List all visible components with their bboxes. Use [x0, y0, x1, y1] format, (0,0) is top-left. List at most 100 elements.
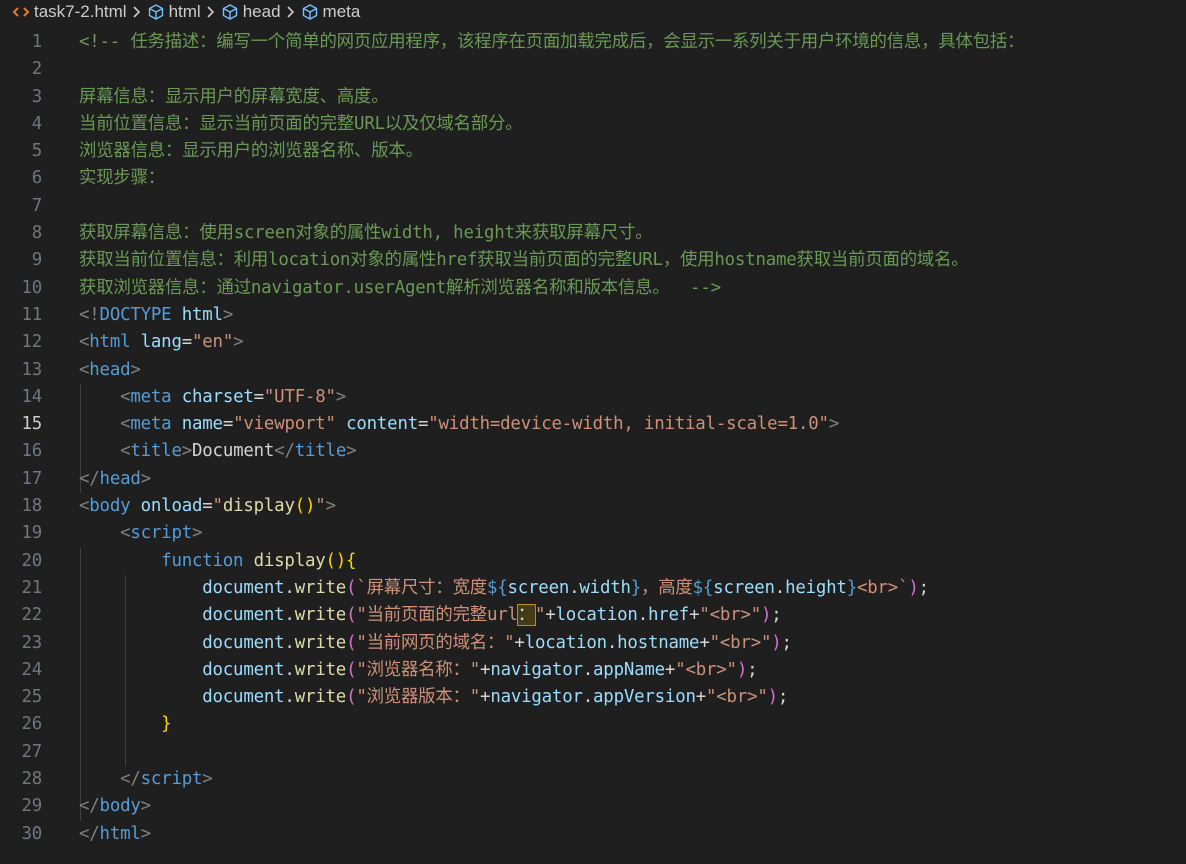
code-line[interactable]: 2: [0, 56, 1186, 83]
html-file-icon: [12, 5, 30, 19]
code-line[interactable]: 7: [0, 193, 1186, 220]
code-text: 当前位置信息：显示当前页面的完整URL以及仅域名部分。: [79, 111, 523, 138]
code-token: >: [325, 496, 336, 517]
code-line[interactable]: 26 }: [0, 711, 1186, 738]
code-line[interactable]: 29 </body>: [0, 793, 1186, 820]
code-line[interactable]: 15 <meta name="viewport" content="width=…: [0, 411, 1186, 438]
code-line[interactable]: 25 document.write("浏览器版本："+navigator.app…: [0, 684, 1186, 711]
code-token: +: [695, 687, 707, 708]
code-token: document: [202, 632, 285, 653]
code-token: document: [202, 577, 285, 598]
code-token: ): [771, 632, 782, 653]
line-number: 26: [21, 714, 42, 735]
code-token: >: [140, 468, 151, 489]
code-line[interactable]: 6 实现步骤：: [0, 165, 1186, 192]
code-line[interactable]: 4 当前位置信息：显示当前页面的完整URL以及仅域名部分。: [0, 111, 1186, 138]
code-token: "en": [192, 332, 234, 353]
element-cube-icon: [221, 3, 239, 21]
code-text: <head>: [79, 357, 141, 384]
code-token: .: [284, 659, 295, 680]
code-line[interactable]: 30 </html>: [0, 821, 1186, 848]
code-token: +: [699, 632, 710, 653]
breadcrumb-file[interactable]: task7-2.html: [12, 2, 127, 22]
code-text: 浏览器信息：显示用户的浏览器名称、版本。: [79, 138, 423, 165]
code-token: display: [253, 550, 326, 571]
code-token: >: [346, 441, 357, 462]
code-line[interactable]: 24 document.write("浏览器名称："+navigator.app…: [0, 657, 1186, 684]
code-line[interactable]: 17 </head>: [0, 466, 1186, 493]
code-token: lang: [140, 332, 182, 353]
code-token: appName: [593, 659, 665, 680]
code-text: document.write("当前页面的完整url："+location.hr…: [79, 602, 782, 629]
code-line[interactable]: 5 浏览器信息：显示用户的浏览器名称、版本。: [0, 138, 1186, 165]
code-token: <: [120, 441, 131, 462]
code-token: write: [294, 632, 347, 653]
code-line[interactable]: 23 document.write("当前网页的域名："+location.ho…: [0, 630, 1186, 657]
code-token: .: [582, 687, 594, 708]
code-token: "<br>": [709, 632, 772, 653]
code-token: width: [579, 577, 631, 598]
code-line[interactable]: 21 document.write(`屏幕尺寸：宽度${screen.width…: [0, 575, 1186, 602]
code-token: 浏览器信息：显示用户的浏览器名称、版本。: [79, 141, 423, 162]
code-editor[interactable]: 1 <!-- 任务描述：编写一个简单的网页应用程序，该程序在页面加载完成后，会显示…: [0, 29, 1186, 848]
code-line[interactable]: 22 document.write("当前页面的完整url："+location…: [0, 602, 1186, 629]
code-line[interactable]: 12 <html lang="en">: [0, 329, 1186, 356]
code-token: "viewport": [233, 414, 347, 435]
code-line[interactable]: 3 屏幕信息：显示用户的屏幕宽度、高度。: [0, 84, 1186, 111]
code-token: "UTF-8": [263, 386, 336, 407]
code-token: document: [202, 659, 285, 680]
code-token: location: [555, 605, 638, 626]
code-token: document: [202, 605, 285, 626]
breadcrumb-item-meta[interactable]: meta: [301, 2, 360, 22]
code-text: 获取屏幕信息：使用screen对象的属性width, height来获取屏幕尺寸…: [79, 220, 653, 247]
breadcrumb-item-head[interactable]: head: [221, 2, 281, 22]
code-text: <meta name="viewport" content="width=dev…: [79, 411, 839, 438]
code-token: hostname: [617, 632, 700, 653]
code-token: +: [545, 605, 556, 626]
code-token: content: [346, 414, 418, 435]
code-token: display: [222, 496, 295, 517]
code-line[interactable]: 19 <script>: [0, 520, 1186, 547]
code-line[interactable]: 9 获取当前位置信息：利用location对象的属性href获取当前页面的完整UR…: [0, 247, 1186, 274]
code-line[interactable]: 16 <title>Document</title>: [0, 438, 1186, 465]
code-text: </head>: [79, 466, 151, 493]
code-token: <: [120, 386, 131, 407]
code-token: 当前位置信息：显示当前页面的完整URL以及仅域名部分。: [79, 113, 523, 134]
code-token: screen: [713, 577, 775, 598]
code-token: ;: [781, 632, 792, 653]
code-text: 实现步骤：: [79, 165, 165, 192]
code-line[interactable]: 28 </script>: [0, 766, 1186, 793]
code-text: <html lang="en">: [79, 329, 244, 356]
chevron-right-icon: [206, 5, 216, 19]
code-text: <!-- 任务描述：编写一个简单的网页应用程序，该程序在页面加载完成后，会显示一…: [79, 29, 1024, 56]
code-line[interactable]: 13 <head>: [0, 357, 1186, 384]
line-number: 20: [21, 550, 42, 571]
code-line[interactable]: 10 获取浏览器信息：通过navigator.userAgent解析浏览器名称和版…: [0, 275, 1186, 302]
code-token: <: [120, 414, 131, 435]
line-number: 24: [21, 659, 42, 680]
code-token: title: [130, 441, 182, 462]
breadcrumb-item-html[interactable]: html: [147, 2, 201, 22]
code-token: ;: [918, 577, 929, 598]
code-token: script: [140, 769, 203, 790]
code-line[interactable]: 1 <!-- 任务描述：编写一个简单的网页应用程序，该程序在页面加载完成后，会显示…: [0, 29, 1186, 56]
code-line[interactable]: 27: [0, 739, 1186, 766]
line-number: 3: [31, 86, 42, 107]
code-line[interactable]: 18 <body onload="display()">: [0, 493, 1186, 520]
code-token: <: [79, 332, 90, 353]
code-token: 实现步骤：: [79, 168, 165, 189]
code-line[interactable]: 14 <meta charset="UTF-8">: [0, 384, 1186, 411]
code-token: }: [161, 714, 172, 735]
code-text: }: [79, 711, 171, 738]
code-line[interactable]: 20 function display(){: [0, 548, 1186, 575]
code-token: ): [908, 577, 919, 598]
code-token: =: [417, 414, 429, 435]
code-line[interactable]: 8 获取屏幕信息：使用screen对象的属性width, height来获取屏幕尺…: [0, 220, 1186, 247]
code-text: function display(){: [79, 548, 356, 575]
code-token: 获取屏幕信息：使用screen对象的属性width, height来获取屏幕尺寸…: [79, 223, 653, 244]
code-line[interactable]: 11 <!DOCTYPE html>: [0, 302, 1186, 329]
